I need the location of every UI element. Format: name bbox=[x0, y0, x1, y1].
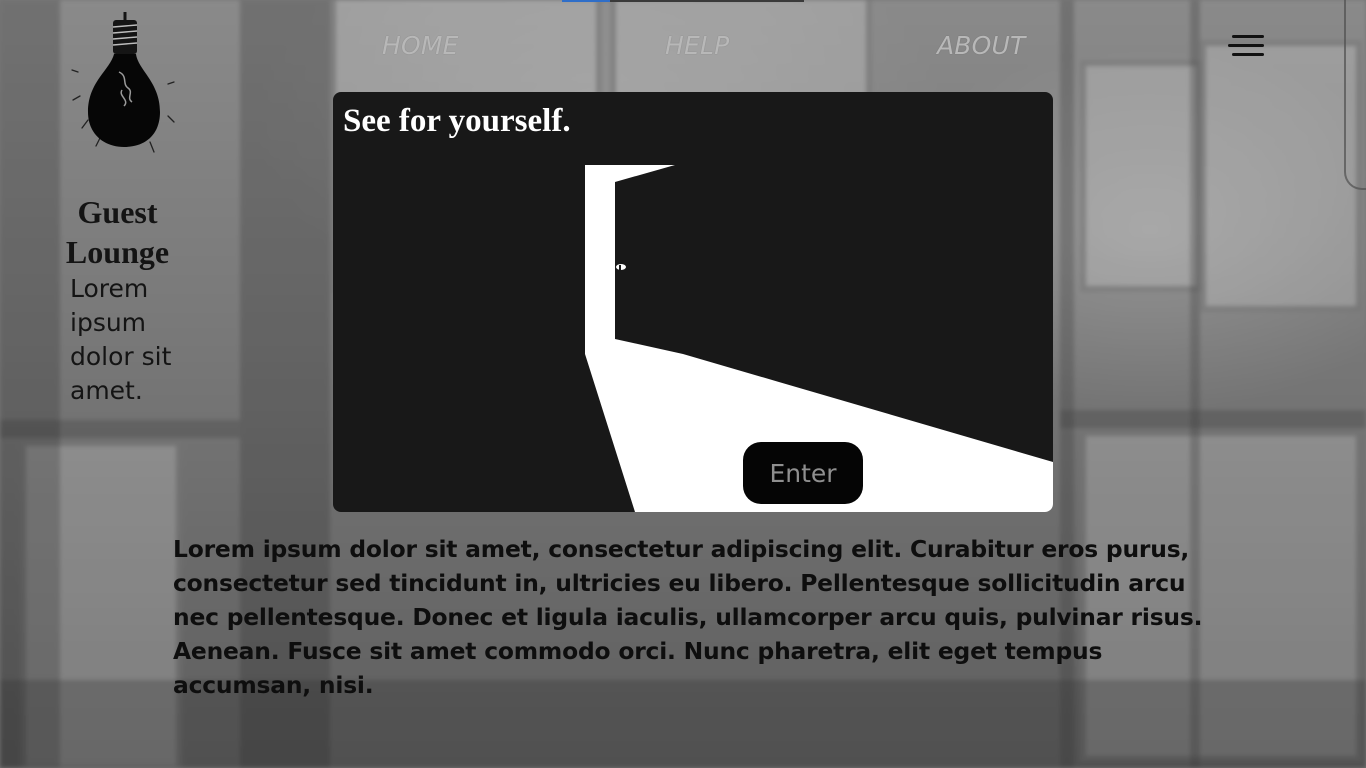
menu-line-top bbox=[1232, 35, 1264, 38]
nav-help-link[interactable]: HELP bbox=[665, 30, 729, 62]
hero-card: See for yourself. Enter bbox=[333, 92, 1053, 512]
nav-about-link[interactable]: ABOUT bbox=[937, 30, 1026, 62]
site-title: Guest Lounge bbox=[65, 194, 170, 270]
menu-line-bottom bbox=[1232, 53, 1264, 56]
enter-button[interactable]: Enter bbox=[743, 442, 863, 504]
hero-heading: See for yourself. bbox=[343, 103, 571, 139]
lightbulb-logo-icon[interactable] bbox=[70, 10, 180, 160]
hamburger-menu-icon[interactable] bbox=[1226, 33, 1266, 59]
body-paragraph: Lorem ipsum dolor sit amet, consectetur … bbox=[173, 535, 1203, 699]
page-progress-bar bbox=[562, 0, 804, 2]
menu-line-middle bbox=[1228, 44, 1264, 47]
open-door-illustration bbox=[585, 165, 1053, 512]
nav-home-link[interactable]: HOME bbox=[382, 30, 459, 62]
page-progress-fill bbox=[562, 0, 611, 2]
decorative-edge bbox=[1344, 0, 1366, 190]
site-tagline: Lorem ipsum dolor sit amet. bbox=[70, 274, 172, 405]
